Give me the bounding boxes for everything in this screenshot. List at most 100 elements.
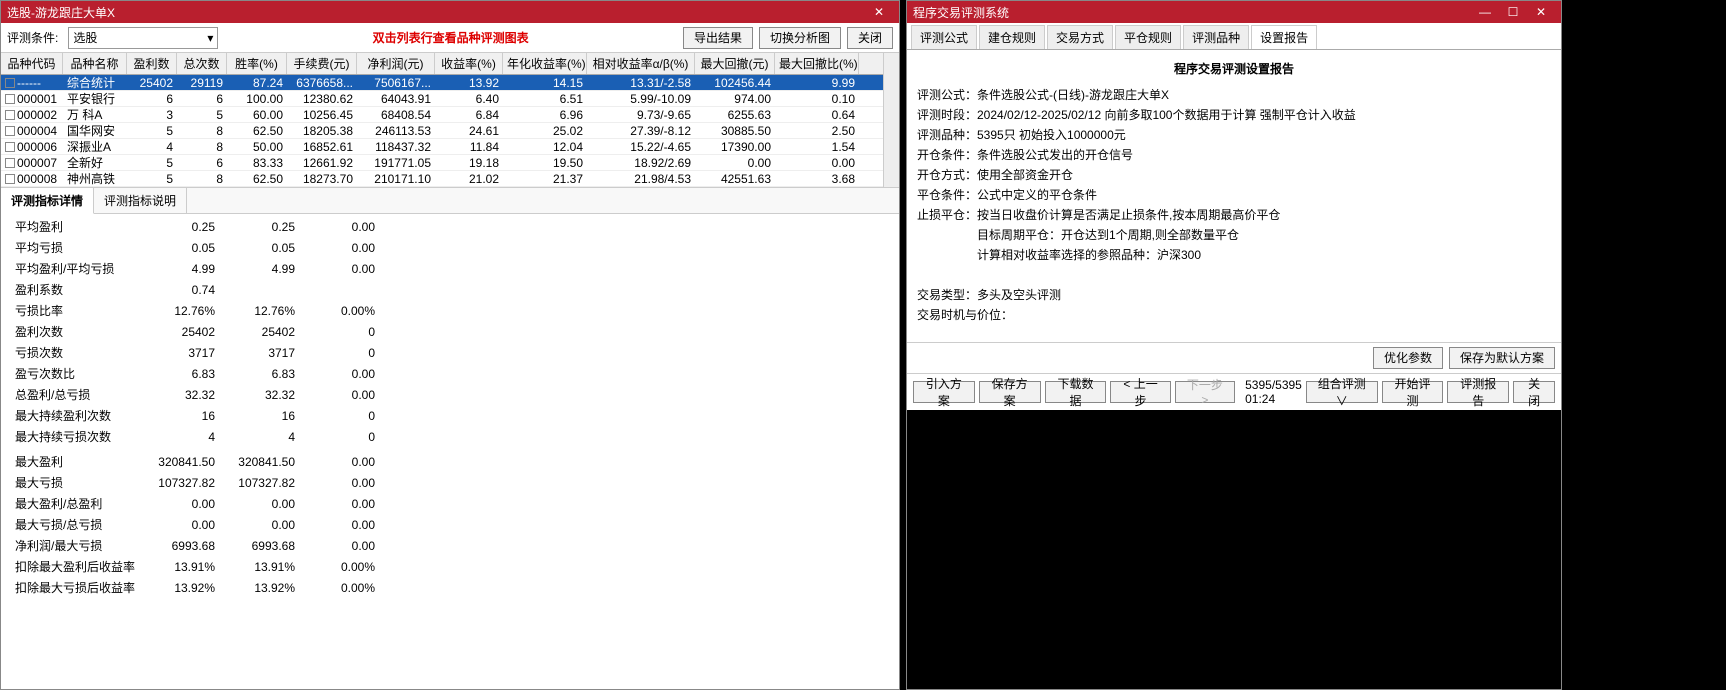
col-header[interactable]: 品种代码 — [1, 53, 63, 74]
report-line: 计算相对收益率选择的参照品种：沪深300 — [917, 245, 1551, 265]
tab-metric-detail[interactable]: 评测指标详情 — [1, 188, 94, 214]
metric-row: 盈利系数0.74 — [7, 279, 383, 300]
table-row[interactable]: 000008神州高铁5862.5018273.70210171.1021.022… — [1, 171, 883, 187]
results-grid-wrap: 品种代码品种名称盈利数总次数胜率(%)手续费(元)净利润(元)收益率(%)年化收… — [1, 53, 899, 187]
vertical-scrollbar[interactable] — [883, 53, 899, 187]
report-area: 程序交易评测设置报告 评测公式：条件选股公式-(日线)-游龙跟庄大单X 评测时段… — [907, 50, 1561, 342]
report-line: 开仓条件：条件选股公式发出的开仓信号 — [917, 145, 1551, 165]
minimize-icon[interactable]: — — [1471, 5, 1499, 19]
right-tab[interactable]: 评测品种 — [1183, 25, 1249, 49]
metric-row: 最大亏损/总亏损0.000.000.00 — [7, 514, 383, 535]
metric-tabs: 评测指标详情 评测指标说明 — [1, 187, 899, 214]
right-tab[interactable]: 建仓规则 — [979, 25, 1045, 49]
maximize-icon[interactable]: ☐ — [1499, 5, 1527, 19]
col-header[interactable]: 总次数 — [177, 53, 227, 74]
col-header[interactable]: 手续费(元) — [287, 53, 357, 74]
switch-chart-button[interactable]: 切换分析图 — [759, 27, 841, 49]
cond-label: 评测条件: — [7, 29, 58, 46]
right-tab[interactable]: 交易方式 — [1047, 25, 1113, 49]
next-button: 下一步 > — [1175, 381, 1235, 403]
left-titlebar: 选股-游龙跟庄大单X ✕ — [1, 1, 899, 23]
report-line: 开仓方式：使用全部资金开仓 — [917, 165, 1551, 185]
right-titlebar: 程序交易评测系统 — ☐ ✕ — [907, 1, 1561, 23]
row-checkbox[interactable] — [5, 94, 15, 104]
export-button[interactable]: 导出结果 — [683, 27, 753, 49]
table-row[interactable]: ------综合统计254022911987.246376658...75061… — [1, 75, 883, 91]
metric-row: 最大盈利320841.50320841.500.00 — [7, 451, 383, 472]
report-heading: 程序交易评测设置报告 — [917, 60, 1551, 77]
metric-row: 最大持续亏损次数440 — [7, 426, 383, 447]
blank-area — [907, 410, 1561, 690]
metric-row: 净利润/最大亏损6993.686993.680.00 — [7, 535, 383, 556]
right-tab[interactable]: 评测公式 — [911, 25, 977, 49]
metric-row: 亏损次数371737170 — [7, 342, 383, 363]
close-icon[interactable]: ✕ — [865, 5, 893, 19]
col-header[interactable]: 相对收益率α/β(%) — [587, 53, 695, 74]
grid-header: 品种代码品种名称盈利数总次数胜率(%)手续费(元)净利润(元)收益率(%)年化收… — [1, 53, 883, 75]
metric-row: 盈亏次数比6.836.830.00 — [7, 363, 383, 384]
dblclick-hint: 双击列表行查看品种评测图表 — [224, 29, 677, 46]
col-header[interactable]: 最大回撤比(%) — [775, 53, 859, 74]
row-checkbox[interactable] — [5, 158, 15, 168]
metric-row: 平均盈利/平均亏损4.994.990.00 — [7, 258, 383, 279]
table-row[interactable]: 000001平安银行66100.0012380.6264043.916.406.… — [1, 91, 883, 107]
grid-body[interactable]: ------综合统计254022911987.246376658...75061… — [1, 75, 883, 187]
right-panel: 程序交易评测系统 — ☐ ✕ 评测公式建仓规则交易方式平仓规则评测品种设置报告 … — [906, 0, 1562, 690]
report-line: 平仓条件：公式中定义的平仓条件 — [917, 185, 1551, 205]
metric-row: 平均盈利0.250.250.00 — [7, 216, 383, 237]
table-row[interactable]: 000007全新好5683.3312661.92191771.0519.1819… — [1, 155, 883, 171]
metrics-panel: 平均盈利0.250.250.00平均亏损0.050.050.00平均盈利/平均亏… — [1, 214, 899, 689]
col-header[interactable]: 品种名称 — [63, 53, 127, 74]
cond-value: 选股 — [73, 29, 97, 46]
col-header[interactable]: 收益率(%) — [435, 53, 503, 74]
col-header[interactable]: 盈利数 — [127, 53, 177, 74]
report-line: 交易类型：多头及空头评测 — [917, 285, 1551, 305]
close-button[interactable]: 关闭 — [847, 27, 893, 49]
cond-combo[interactable]: 选股 ▾ — [68, 27, 218, 49]
report-line: 目标周期平仓：开仓达到1个周期,则全部数量平仓 — [917, 225, 1551, 245]
progress-status: 5395/5395 01:24 — [1239, 378, 1302, 406]
save-default-button[interactable]: 保存为默认方案 — [1449, 347, 1555, 369]
right-btnrow-1: 优化参数 保存为默认方案 — [907, 342, 1561, 373]
report-line: 止损平仓：按当日收盘价计算是否满足止损条件,按本周期最高价平仓 — [917, 205, 1551, 225]
close-right-button[interactable]: 关闭 — [1513, 381, 1555, 403]
row-checkbox[interactable] — [5, 78, 15, 88]
metric-row: 盈利次数25402254020 — [7, 321, 383, 342]
table-row[interactable]: 000002万 科A3560.0010256.4568408.546.846.9… — [1, 107, 883, 123]
combo-eval-button[interactable]: 组合评测∨ — [1306, 381, 1378, 403]
metric-row: 平均亏损0.050.050.00 — [7, 237, 383, 258]
download-button[interactable]: 下载数据 — [1045, 381, 1107, 403]
row-checkbox[interactable] — [5, 174, 15, 184]
import-button[interactable]: 引入方案 — [913, 381, 975, 403]
right-btnrow-2: 引入方案 保存方案 下载数据 < 上一步 下一步 > 5395/5395 01:… — [907, 373, 1561, 410]
metrics-table: 平均盈利0.250.250.00平均亏损0.050.050.00平均盈利/平均亏… — [7, 216, 383, 598]
metric-row: 扣除最大盈利后收益率13.91%13.91%0.00% — [7, 556, 383, 577]
metric-row: 总盈利/总亏损32.3232.320.00 — [7, 384, 383, 405]
metric-row: 亏损比率12.76%12.76%0.00% — [7, 300, 383, 321]
table-row[interactable]: 000004国华网安5862.5018205.38246113.5324.612… — [1, 123, 883, 139]
row-checkbox[interactable] — [5, 142, 15, 152]
metric-row: 最大持续盈利次数16160 — [7, 405, 383, 426]
row-checkbox[interactable] — [5, 110, 15, 120]
col-header[interactable]: 胜率(%) — [227, 53, 287, 74]
prev-button[interactable]: < 上一步 — [1110, 381, 1170, 403]
table-row[interactable]: 000006深振业A4850.0016852.61118437.3211.841… — [1, 139, 883, 155]
right-tab[interactable]: 设置报告 — [1251, 25, 1317, 49]
col-header[interactable]: 净利润(元) — [357, 53, 435, 74]
col-header[interactable]: 年化收益率(%) — [503, 53, 587, 74]
eval-report-button[interactable]: 评测报告 — [1447, 381, 1509, 403]
metric-row: 扣除最大亏损后收益率13.92%13.92%0.00% — [7, 577, 383, 598]
start-eval-button[interactable]: 开始评测 — [1382, 381, 1444, 403]
save-button[interactable]: 保存方案 — [979, 381, 1041, 403]
metric-row: 最大盈利/总盈利0.000.000.00 — [7, 493, 383, 514]
chevron-down-icon: ▾ — [207, 31, 213, 45]
optimize-button[interactable]: 优化参数 — [1373, 347, 1443, 369]
row-checkbox[interactable] — [5, 126, 15, 136]
tab-metric-help[interactable]: 评测指标说明 — [94, 188, 187, 213]
report-line: 评测时段：2024/02/12-2025/02/12 向前多取100个数据用于计… — [917, 105, 1551, 125]
right-tab[interactable]: 平仓规则 — [1115, 25, 1181, 49]
col-header[interactable]: 最大回撤(元) — [695, 53, 775, 74]
right-tabs: 评测公式建仓规则交易方式平仓规则评测品种设置报告 — [907, 23, 1561, 50]
close-icon[interactable]: ✕ — [1527, 5, 1555, 19]
metric-row: 最大亏损107327.82107327.820.00 — [7, 472, 383, 493]
